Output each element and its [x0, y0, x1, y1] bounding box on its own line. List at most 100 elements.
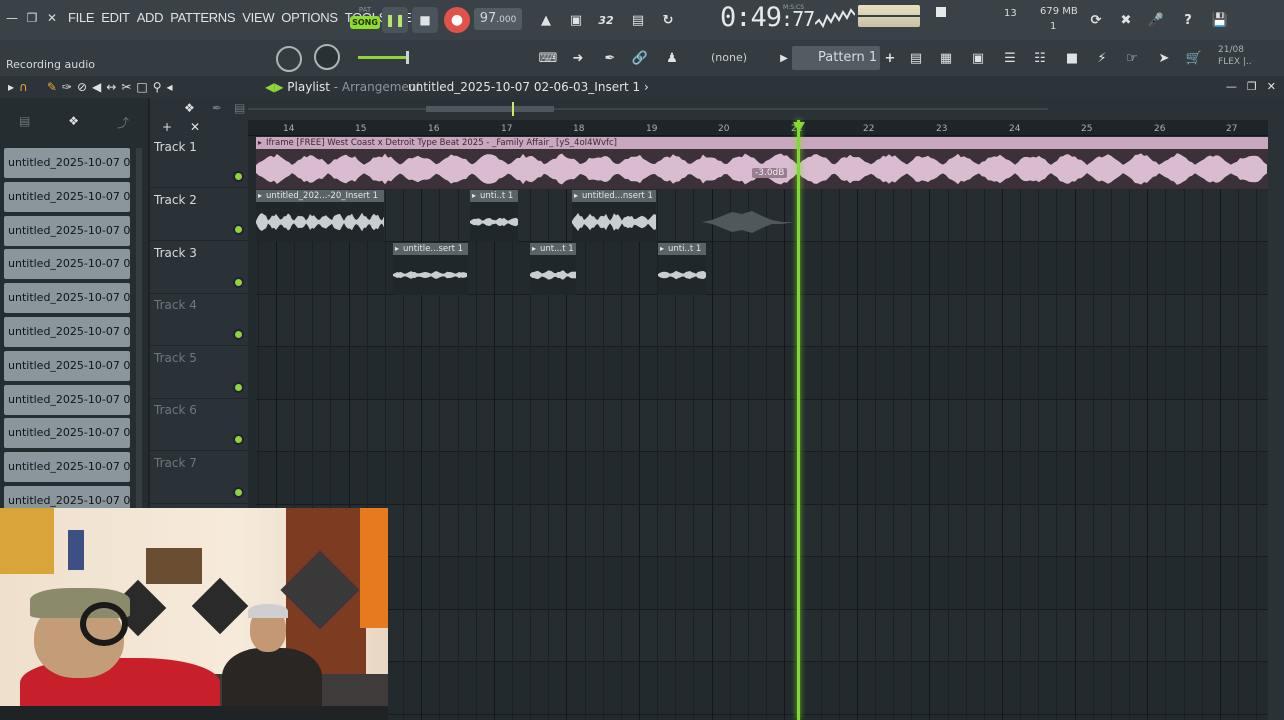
piano-roll-icon[interactable]: ▣: [966, 46, 990, 70]
add-track-icon[interactable]: +: [162, 120, 172, 134]
track-lane[interactable]: [256, 453, 1268, 505]
master-pitch-knob[interactable]: [314, 44, 340, 70]
browser-sort-icon[interactable]: ❖: [68, 114, 79, 132]
browser-item[interactable]: untitled_2025-10-07 02-...: [4, 181, 130, 212]
metronome-icon[interactable]: ▲: [534, 8, 558, 32]
arrow-right-icon[interactable]: ➜: [566, 46, 590, 70]
audio-clip[interactable]: untitled...nsert 1: [572, 190, 656, 242]
browser-view-icon[interactable]: ▤: [19, 114, 30, 132]
undo-history-icon[interactable]: ⟳: [1084, 8, 1108, 32]
maximize-icon[interactable]: ❐: [1247, 80, 1257, 93]
track-header-2[interactable]: Track 2: [150, 189, 248, 241]
track-lane[interactable]: [256, 348, 1268, 400]
browser-item[interactable]: untitled_2025-10-07 02-...: [4, 452, 130, 483]
master-volume-knob[interactable]: [276, 46, 302, 72]
options-arrow-icon[interactable]: ▸: [8, 80, 14, 94]
arrangement-area[interactable]: 14 15 16 17 18 19 20 21 22 23 24 25 26 2…: [248, 98, 1268, 720]
browser-item[interactable]: untitled_2025-10-07 02-...: [4, 384, 130, 415]
help-icon[interactable]: ?: [1176, 8, 1200, 32]
audio-clip[interactable]: Iframe [FREE] West Coast x Detroit Type …: [256, 137, 1268, 189]
track-lane[interactable]: [256, 295, 1268, 347]
audio-clip[interactable]: untitled_202...-20_Insert 1: [256, 190, 384, 242]
track-grid-icon[interactable]: ▤: [234, 101, 245, 115]
vertical-scrollbar[interactable]: [1268, 98, 1284, 720]
close-icon[interactable]: ✕: [1267, 80, 1276, 93]
track-lane[interactable]: [256, 610, 1268, 662]
magnet-snap-icon[interactable]: ∩: [19, 80, 28, 94]
pattern-selector[interactable]: Pattern 1: [792, 46, 880, 70]
mixer-icon[interactable]: ☰: [998, 46, 1022, 70]
browser-item[interactable]: untitled_2025-10-07 02-...: [4, 316, 130, 347]
track-lane[interactable]: [256, 663, 1268, 715]
playhead-line[interactable]: [797, 120, 800, 720]
slice-tool-icon[interactable]: ✂: [121, 80, 131, 94]
browser-item[interactable]: untitled_2025-10-07 02-...: [4, 350, 130, 381]
menu-file[interactable]: FILE: [68, 10, 95, 25]
channel-rack-icon[interactable]: ▦: [934, 46, 958, 70]
browser-item[interactable]: untitled_2025-10-07 02-...: [4, 418, 130, 449]
track-header-4[interactable]: Track 4: [150, 294, 248, 346]
menu-view[interactable]: VIEW: [242, 10, 274, 25]
playlist-play-icon[interactable]: ◀▶: [265, 80, 283, 94]
piano-icon[interactable]: ⌨: [536, 46, 560, 70]
touch-controller-icon[interactable]: ☞: [1120, 46, 1144, 70]
track-active-led[interactable]: [235, 279, 242, 286]
track-active-led[interactable]: [235, 489, 242, 496]
news-panel[interactable]: 21/08 FLEX |..: [1218, 44, 1252, 68]
stamp-icon[interactable]: ♟: [660, 46, 684, 70]
track-active-led[interactable]: [235, 173, 242, 180]
minimize-icon[interactable]: —: [4, 10, 20, 26]
brush-icon[interactable]: ✒: [598, 46, 622, 70]
step-edit-icon[interactable]: ▤: [626, 8, 650, 32]
menu-edit[interactable]: EDIT: [101, 10, 130, 25]
loop-record-icon[interactable]: ↻: [656, 8, 680, 32]
stop-button[interactable]: ■: [412, 7, 438, 33]
track-lane[interactable]: [256, 558, 1268, 610]
playlist-grid[interactable]: Iframe [FREE] West Coast x Detroit Type …: [256, 137, 1268, 720]
paint-tool-icon[interactable]: ✑: [62, 80, 72, 94]
browser-search-icon[interactable]: ⤴: [117, 114, 129, 132]
add-pattern-icon[interactable]: +: [878, 46, 902, 70]
scrollbar-thumb[interactable]: [426, 106, 554, 112]
track-active-led[interactable]: [235, 226, 242, 233]
track-header-1[interactable]: Track 1: [150, 136, 248, 188]
track-header-5[interactable]: Track 5: [150, 347, 248, 399]
timeline-ruler[interactable]: 14 15 16 17 18 19 20 21 22 23 24 25 26 2…: [248, 120, 1268, 136]
track-edit-icon[interactable]: ✒: [212, 101, 222, 115]
menu-options[interactable]: OPTIONS: [281, 10, 338, 25]
countdown-icon[interactable]: 32: [594, 8, 618, 32]
playlist-icon[interactable]: ▤: [904, 46, 928, 70]
microphone-icon[interactable]: 🎤: [1144, 8, 1168, 32]
browser-item[interactable]: untitled_2025-10-07 02-...: [4, 215, 130, 246]
browser-item[interactable]: untitled_2025-10-07 02-...: [4, 283, 130, 314]
browser-tree-icon[interactable]: ☷: [1028, 46, 1052, 70]
track-active-led[interactable]: [235, 331, 242, 338]
menu-patterns[interactable]: PATTERNS: [170, 10, 235, 25]
tempo-display[interactable]: 97.000: [474, 8, 522, 30]
audio-clip[interactable]: unt...t 1: [530, 243, 576, 295]
restore-icon[interactable]: ❐: [24, 10, 40, 26]
track-active-led[interactable]: [235, 436, 242, 443]
pause-button[interactable]: ❚❚: [382, 7, 408, 33]
close-icon[interactable]: ✕: [44, 10, 60, 26]
browser-scrollbar[interactable]: [136, 148, 142, 568]
template-icon[interactable]: ■: [1060, 46, 1084, 70]
marketplace-icon[interactable]: ➤: [1152, 46, 1176, 70]
track-header-7[interactable]: Track 7: [150, 452, 248, 504]
cut-icon[interactable]: ✖: [1114, 8, 1138, 32]
slip-tool-icon[interactable]: ↔: [106, 80, 116, 94]
link-icon[interactable]: 🔗: [628, 46, 652, 70]
audio-clip[interactable]: untitle...sert 1: [393, 243, 468, 295]
track-zoom-icon[interactable]: ❖: [184, 101, 195, 115]
zoom-tool-icon[interactable]: ⚲: [153, 80, 162, 94]
track-lane[interactable]: [256, 400, 1268, 452]
draw-tool-icon[interactable]: ✎: [47, 80, 57, 94]
playback-tool-icon[interactable]: ◂: [167, 80, 173, 94]
audio-clip[interactable]: unti..t 1: [470, 190, 518, 242]
master-volume-slider[interactable]: [358, 51, 409, 64]
browser-item[interactable]: untitled_2025-10-07 01-...: [4, 148, 130, 178]
track-header-3[interactable]: Track 3: [150, 242, 248, 294]
track-active-led[interactable]: [235, 384, 242, 391]
menu-add[interactable]: ADD: [137, 10, 164, 25]
audio-clip[interactable]: unti..t 1: [658, 243, 706, 295]
